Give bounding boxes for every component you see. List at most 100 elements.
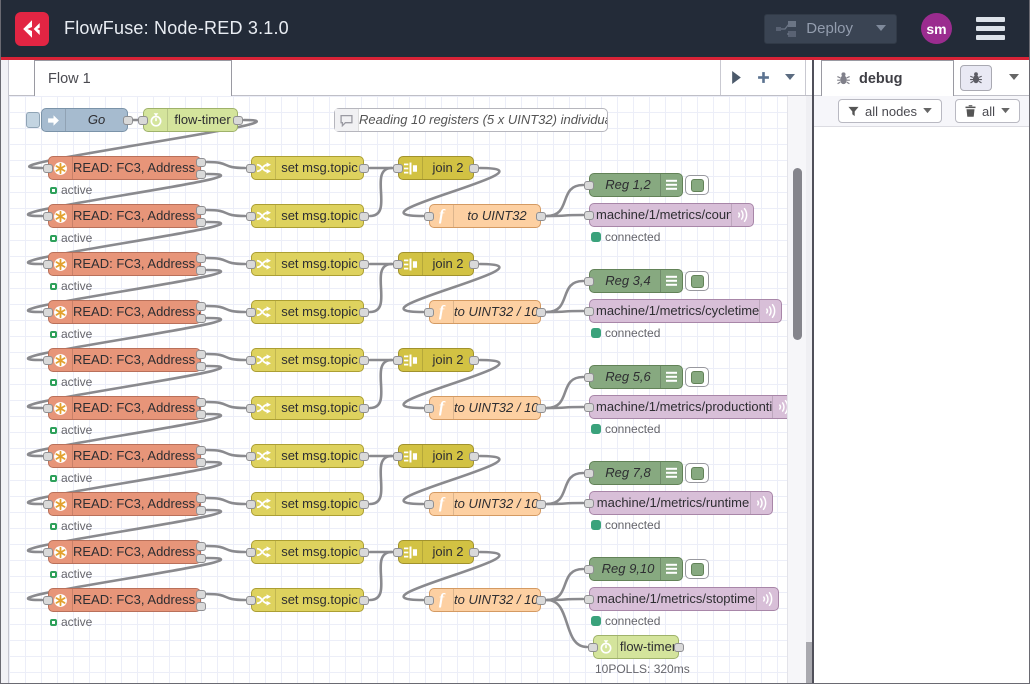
- wire[interactable]: [547, 503, 583, 504]
- node-read2[interactable]: READ: FC3, Address 2: [48, 204, 201, 228]
- input-port[interactable]: [424, 308, 434, 317]
- input-port[interactable]: [424, 404, 434, 413]
- input-port[interactable]: [43, 356, 53, 365]
- node-change5[interactable]: set msg.topic: [251, 348, 364, 372]
- output-port[interactable]: [536, 212, 546, 221]
- node-mqtt1[interactable]: machine/1/metrics/count: [589, 203, 754, 227]
- output-port-1[interactable]: [196, 590, 206, 599]
- debug-pane-button[interactable]: [960, 65, 992, 91]
- node-join4[interactable]: join 2: [398, 444, 474, 468]
- node-func2[interactable]: fto UINT32 / 100: [429, 300, 541, 324]
- node-join3[interactable]: join 2: [398, 348, 474, 372]
- node-mqtt2[interactable]: machine/1/metrics/cycletime: [589, 299, 782, 323]
- node-change2[interactable]: set msg.topic: [251, 204, 364, 228]
- wire[interactable]: [370, 168, 392, 216]
- node-read1[interactable]: READ: FC3, Address 1: [48, 156, 201, 180]
- output-port[interactable]: [469, 260, 479, 269]
- wire[interactable]: [207, 258, 245, 264]
- input-port[interactable]: [393, 260, 403, 269]
- input-port[interactable]: [246, 548, 256, 557]
- output-port-2[interactable]: [196, 218, 206, 227]
- input-port[interactable]: [43, 404, 53, 413]
- input-port[interactable]: [43, 548, 53, 557]
- output-port-2[interactable]: [196, 314, 206, 323]
- input-port[interactable]: [584, 211, 594, 220]
- output-port[interactable]: [469, 356, 479, 365]
- node-dbg3[interactable]: Reg 5,6: [589, 365, 683, 389]
- flow-canvas[interactable]: Goflow-timerReading 10 registers (5 x UI…: [9, 96, 787, 684]
- output-port[interactable]: [359, 308, 369, 317]
- output-port-1[interactable]: [196, 446, 206, 455]
- input-port[interactable]: [584, 307, 594, 316]
- output-port[interactable]: [233, 116, 243, 125]
- wire[interactable]: [370, 264, 392, 312]
- wire[interactable]: [207, 210, 245, 216]
- wire[interactable]: [547, 377, 583, 408]
- avatar[interactable]: sm: [921, 13, 952, 44]
- node-change9[interactable]: set msg.topic: [251, 540, 364, 564]
- input-port[interactable]: [43, 500, 53, 509]
- node-func1[interactable]: fto UINT32: [429, 204, 541, 228]
- output-port[interactable]: [536, 500, 546, 509]
- node-read7[interactable]: READ: FC3, Address 7: [48, 444, 201, 468]
- debug-toggle-button[interactable]: [685, 271, 709, 291]
- wire[interactable]: [370, 552, 392, 600]
- node-dbg2[interactable]: Reg 3,4: [589, 269, 683, 293]
- output-port[interactable]: [359, 212, 369, 221]
- node-dbg1[interactable]: Reg 1,2: [589, 173, 683, 197]
- node-read5[interactable]: READ: FC3, Address 5: [48, 348, 201, 372]
- node-change6[interactable]: set msg.topic: [251, 396, 364, 420]
- wire[interactable]: [207, 354, 245, 360]
- wire[interactable]: [547, 185, 583, 216]
- output-port-2[interactable]: [196, 170, 206, 179]
- input-port[interactable]: [246, 452, 256, 461]
- input-port[interactable]: [424, 596, 434, 605]
- node-timer2[interactable]: flow-timer: [593, 635, 679, 659]
- output-port-1[interactable]: [196, 254, 206, 263]
- output-port[interactable]: [359, 596, 369, 605]
- output-port-1[interactable]: [196, 302, 206, 311]
- input-port[interactable]: [584, 181, 594, 190]
- input-port[interactable]: [393, 452, 403, 461]
- output-port[interactable]: [536, 308, 546, 317]
- node-change10[interactable]: set msg.topic: [251, 588, 364, 612]
- node-mqtt5[interactable]: machine/1/metrics/stoptime: [589, 587, 779, 611]
- add-flow-button[interactable]: [757, 71, 770, 84]
- input-port[interactable]: [246, 356, 256, 365]
- tab-debug[interactable]: debug: [821, 60, 954, 96]
- flow-menu-caret-icon[interactable]: [785, 74, 795, 81]
- input-port[interactable]: [246, 260, 256, 269]
- output-port[interactable]: [359, 404, 369, 413]
- wire[interactable]: [547, 600, 587, 647]
- output-port[interactable]: [359, 452, 369, 461]
- input-port[interactable]: [584, 373, 594, 382]
- node-change3[interactable]: set msg.topic: [251, 252, 364, 276]
- output-port[interactable]: [359, 500, 369, 509]
- input-port[interactable]: [584, 403, 594, 412]
- canvas-scrollbar[interactable]: [787, 96, 806, 684]
- wire[interactable]: [547, 281, 583, 312]
- input-port[interactable]: [584, 499, 594, 508]
- node-mqtt4[interactable]: machine/1/metrics/runtime: [589, 491, 773, 515]
- node-change4[interactable]: set msg.topic: [251, 300, 364, 324]
- tab-flow-1[interactable]: Flow 1: [34, 60, 232, 96]
- output-port[interactable]: [359, 548, 369, 557]
- wire[interactable]: [207, 546, 245, 552]
- output-port[interactable]: [469, 548, 479, 557]
- output-port[interactable]: [674, 643, 684, 652]
- node-read4[interactable]: READ: FC3, Address 4: [48, 300, 201, 324]
- node-join5[interactable]: join 2: [398, 540, 474, 564]
- debug-toggle-button[interactable]: [685, 463, 709, 483]
- wire[interactable]: [547, 569, 583, 600]
- wire[interactable]: [207, 402, 245, 408]
- output-port-1[interactable]: [196, 398, 206, 407]
- node-read8[interactable]: READ: FC3, Address 8: [48, 492, 201, 516]
- input-port[interactable]: [43, 260, 53, 269]
- output-port[interactable]: [469, 452, 479, 461]
- output-port-1[interactable]: [196, 494, 206, 503]
- input-port[interactable]: [246, 164, 256, 173]
- output-port-2[interactable]: [196, 506, 206, 515]
- output-port-1[interactable]: [196, 158, 206, 167]
- input-port[interactable]: [43, 164, 53, 173]
- wire[interactable]: [207, 594, 245, 600]
